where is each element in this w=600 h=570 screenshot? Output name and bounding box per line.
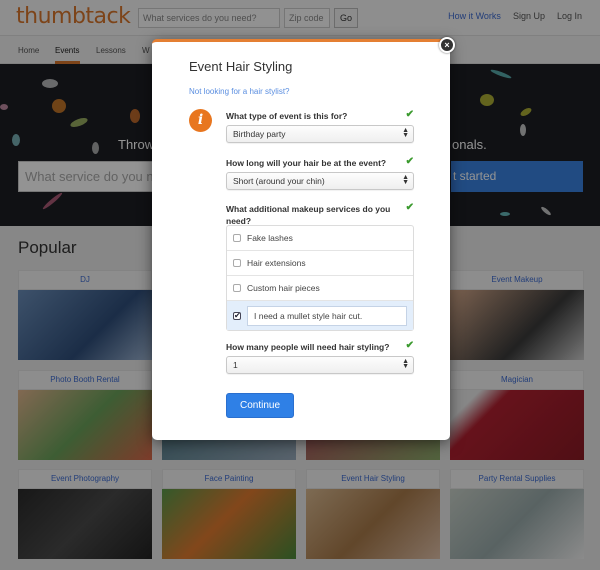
hair-length-select[interactable]: Short (around your chin) ▲ ▼ bbox=[226, 172, 414, 190]
checkbox-checked[interactable]: ✔ bbox=[233, 311, 241, 320]
question-event-type: What type of event is this for? bbox=[226, 111, 348, 121]
makeup-services-list: Fake lashes Hair extensions Custom hair … bbox=[226, 225, 414, 331]
select-arrows-icon: ▲ ▼ bbox=[402, 127, 409, 139]
hair-length-value: Short (around your chin) bbox=[233, 176, 325, 186]
people-count-select[interactable]: 1 ▲ ▼ bbox=[226, 356, 414, 374]
event-hair-styling-modal: Event Hair Styling Not looking for a hai… bbox=[152, 39, 450, 440]
event-type-value: Birthday party bbox=[233, 129, 286, 139]
option-other[interactable]: ✔ I need a mullet style hair cut. bbox=[227, 301, 413, 330]
checkbox[interactable] bbox=[233, 259, 241, 267]
option-custom-hair-pieces[interactable]: Custom hair pieces bbox=[227, 276, 413, 301]
question-makeup-services: What additional makeup services do you n… bbox=[226, 204, 391, 226]
event-type-select[interactable]: Birthday party ▲ ▼ bbox=[226, 125, 414, 143]
info-icon: i bbox=[189, 109, 212, 132]
modal-title: Event Hair Styling bbox=[189, 59, 293, 74]
option-fake-lashes[interactable]: Fake lashes bbox=[227, 226, 413, 251]
checkmark-icon: ✔ bbox=[405, 340, 414, 351]
other-service-input[interactable]: I need a mullet style hair cut. bbox=[247, 305, 407, 326]
checkmark-icon: ✔ bbox=[405, 156, 414, 167]
close-icon[interactable]: × bbox=[439, 37, 455, 53]
not-looking-link[interactable]: Not looking for a hair stylist? bbox=[189, 87, 290, 96]
option-hair-extensions[interactable]: Hair extensions bbox=[227, 251, 413, 276]
checkbox[interactable] bbox=[233, 234, 241, 242]
question-hair-length: How long will your hair be at the event? bbox=[226, 158, 387, 168]
checkmark-icon: ✔ bbox=[405, 202, 414, 213]
option-label: Hair extensions bbox=[247, 258, 306, 268]
checkmark-icon: ✔ bbox=[405, 109, 414, 120]
checkbox[interactable] bbox=[233, 284, 241, 292]
question-people-count: How many people will need hair styling? bbox=[226, 342, 390, 352]
option-label: Fake lashes bbox=[247, 233, 293, 243]
option-label: Custom hair pieces bbox=[247, 283, 320, 293]
select-arrows-icon: ▲ ▼ bbox=[402, 174, 409, 186]
people-count-value: 1 bbox=[233, 360, 238, 370]
select-arrows-icon: ▲ ▼ bbox=[402, 358, 409, 370]
continue-button[interactable]: Continue bbox=[226, 393, 294, 418]
